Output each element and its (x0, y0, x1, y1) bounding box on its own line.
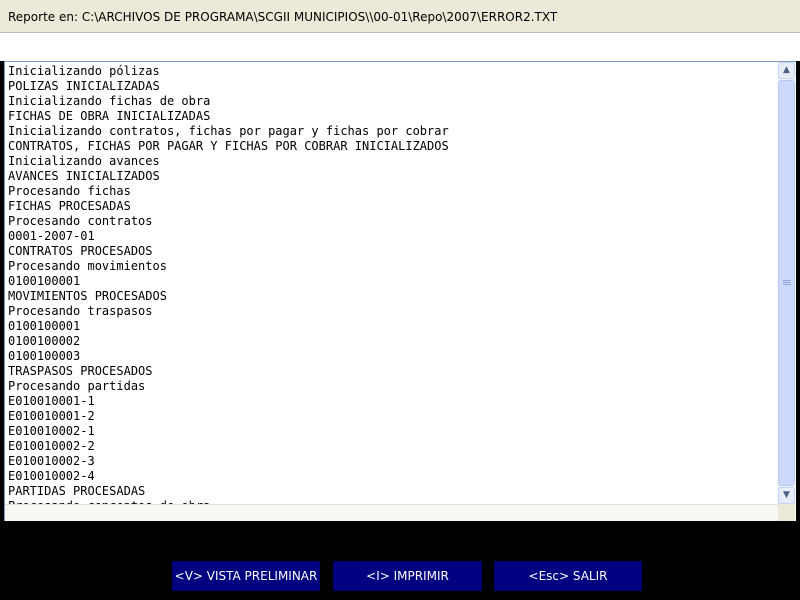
grip-line (783, 284, 791, 285)
report-line: PARTIDAS PROCESADAS (8, 484, 146, 498)
report-line: E010010002-4 (8, 469, 95, 483)
exit-button[interactable]: <Esc> SALIR (494, 561, 642, 591)
report-line: Procesando movimientos (8, 259, 167, 273)
report-line: CONTRATOS, FICHAS POR PAGAR Y FICHAS POR… (8, 139, 449, 153)
report-line: FICHAS DE OBRA INICIALIZADAS (8, 109, 211, 123)
report-line: 0100100003 (8, 349, 81, 363)
scroll-up-icon[interactable]: ▲ (778, 62, 795, 79)
window-title: Reporte en: C:\ARCHIVOS DE PROGRAMA\SCGI… (0, 0, 800, 32)
report-line: E010010002-1 (8, 424, 95, 438)
print-button[interactable]: <I> IMPRIMIR (333, 561, 482, 591)
vertical-scrollbar[interactable]: ▲ ▼ (778, 62, 795, 504)
grip-line (783, 282, 791, 283)
header-strip (0, 32, 800, 61)
report-text: Inicializando pólizas POLIZAS INICIALIZAD… (8, 64, 776, 519)
report-viewer[interactable]: Inicializando pólizas POLIZAS INICIALIZAD… (4, 61, 796, 521)
report-line: Procesando contratos (8, 214, 153, 228)
report-line: Inicializando contratos, fichas por paga… (8, 124, 449, 138)
report-line: 0001-2007-01 (8, 229, 95, 243)
report-line: Procesando fichas (8, 184, 131, 198)
grip-line (783, 280, 791, 281)
scroll-down-icon[interactable]: ▼ (778, 487, 795, 504)
report-line: 0100100001 (8, 274, 81, 288)
report-line: Procesando partidas (8, 379, 146, 393)
scroll-thumb[interactable] (778, 80, 795, 486)
report-line: TRASPASOS PROCESADOS (8, 364, 153, 378)
report-line: E010010001-1 (8, 394, 95, 408)
report-line: Procesando traspasos (8, 304, 153, 318)
scrollbar-corner (778, 504, 795, 521)
report-line: Inicializando pólizas (8, 64, 160, 78)
report-line: AVANCES INICIALIZADOS (8, 169, 160, 183)
horizontal-scroll-thumb[interactable] (5, 504, 778, 521)
horizontal-scrollbar[interactable] (5, 504, 778, 521)
report-line: FICHAS PROCESADAS (8, 199, 131, 213)
report-line: 0100100002 (8, 334, 81, 348)
report-line: E010010002-3 (8, 454, 95, 468)
report-line: E010010001-2 (8, 409, 95, 423)
report-line: POLIZAS INICIALIZADAS (8, 79, 160, 93)
preview-button[interactable]: <V> VISTA PRELIMINAR (172, 561, 320, 591)
report-line: Inicializando fichas de obra (8, 94, 211, 108)
report-line: Inicializando avances (8, 154, 160, 168)
report-line: 0100100001 (8, 319, 81, 333)
report-line: E010010002-2 (8, 439, 95, 453)
report-line: MOVIMIENTOS PROCESADOS (8, 289, 167, 303)
report-line: CONTRATOS PROCESADOS (8, 244, 153, 258)
